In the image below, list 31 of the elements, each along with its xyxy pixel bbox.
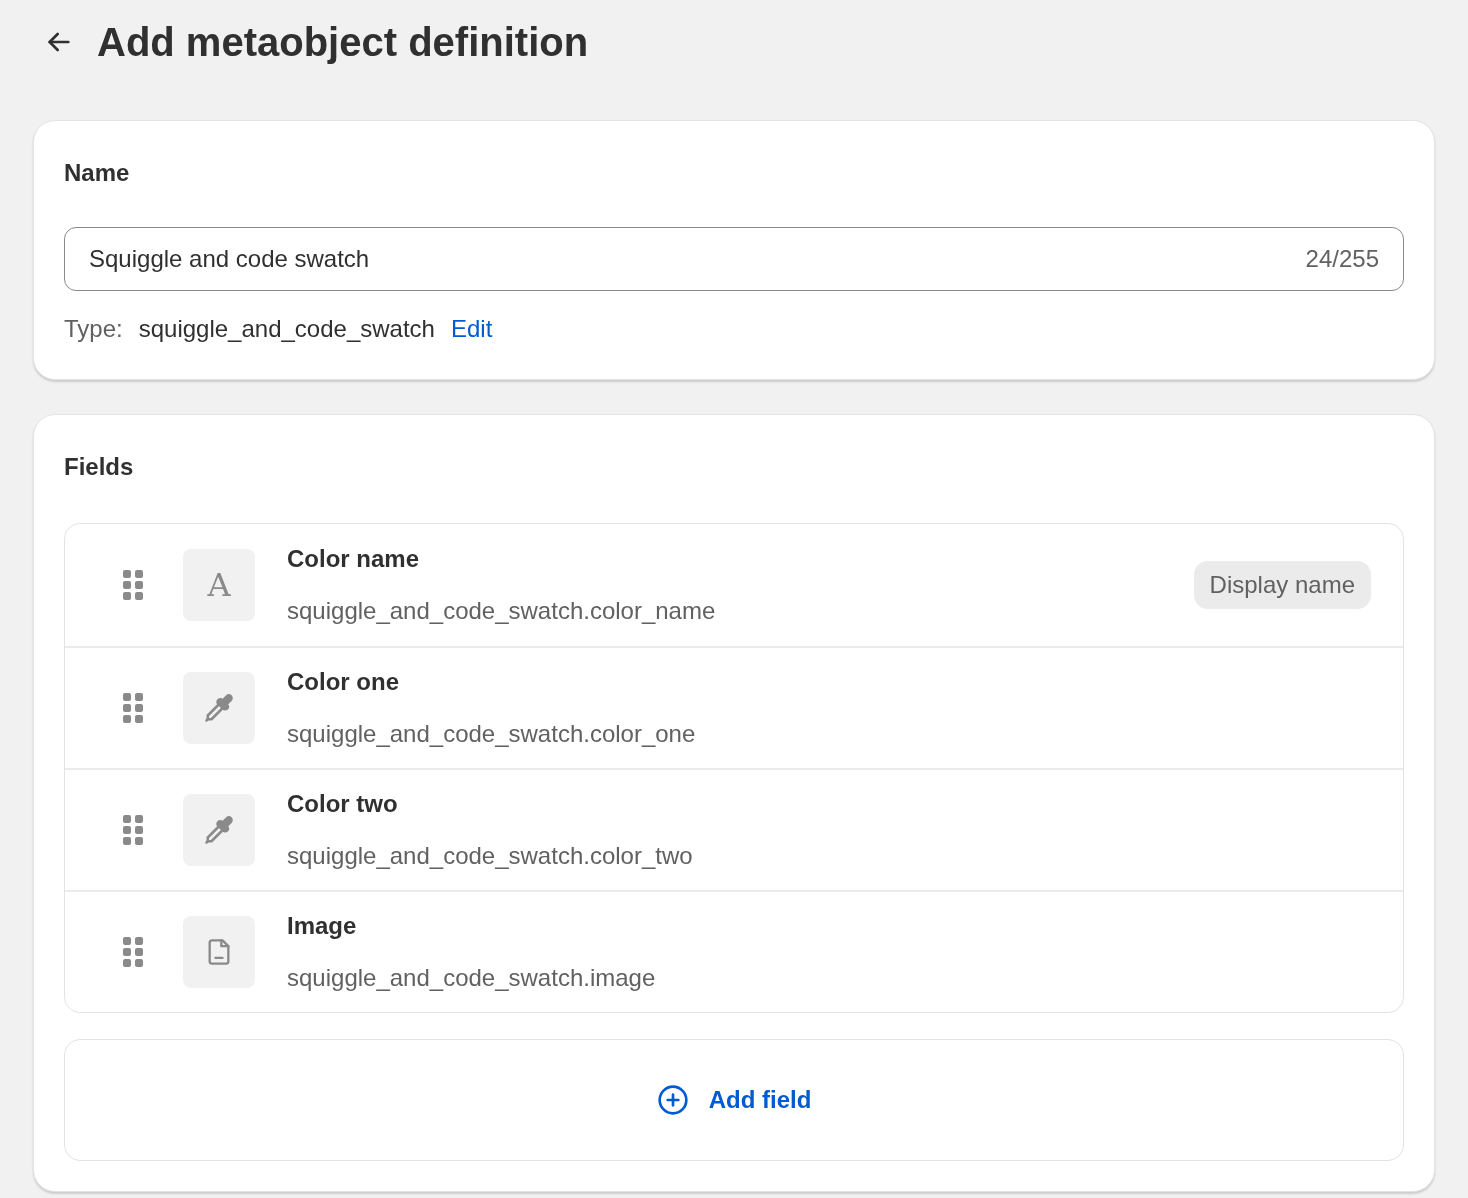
- drag-handle-icon[interactable]: [123, 693, 143, 723]
- field-row[interactable]: Color two squiggle_and_code_swatch.color_two: [65, 768, 1403, 890]
- field-key: squiggle_and_code_swatch.color_two: [287, 838, 1371, 874]
- field-key: squiggle_and_code_swatch.color_one: [287, 716, 1371, 752]
- field-row[interactable]: Color one squiggle_and_code_swatch.color_one: [65, 646, 1403, 768]
- plus-circle-icon: [656, 1084, 689, 1116]
- field-name: Color one: [287, 667, 400, 697]
- name-input[interactable]: Squiggle and code swatch 24/255: [64, 227, 1404, 291]
- drag-handle-icon[interactable]: [123, 570, 143, 600]
- letter-icon: A: [207, 569, 231, 601]
- input-value: Squiggle and code swatch: [89, 244, 370, 274]
- field-row[interactable]: Image squiggle_and_code_swatch.image: [65, 890, 1403, 1012]
- field-name: Image: [287, 911, 358, 941]
- edit-link[interactable]: Edit: [450, 311, 493, 347]
- field-row[interactable]: A Color name squiggle_and_code_swatch.color_name Display name: [65, 524, 1403, 646]
- drag-handle-icon[interactable]: [123, 815, 143, 845]
- field-key: squiggle_and_code_swatch.color_name: [287, 593, 1194, 629]
- page-title: Add metaobject definition: [97, 19, 589, 66]
- add-field-button[interactable]: Add field: [656, 1082, 812, 1118]
- character-count: 24/255: [1305, 244, 1379, 274]
- section-label: Fields: [64, 452, 135, 482]
- eyedropper-icon: [204, 693, 234, 723]
- display-name-badge: Display name: [1193, 561, 1371, 609]
- drag-handle-icon[interactable]: [123, 937, 143, 967]
- type-value: squiggle_and_code_swatch: [138, 314, 435, 344]
- field-name: Color two: [287, 789, 399, 819]
- field-name: Color name: [287, 544, 421, 574]
- eyedropper-icon: [204, 815, 234, 845]
- section-label: Name: [64, 158, 131, 188]
- field-key: squiggle_and_code_swatch.image: [287, 960, 1371, 996]
- type-label: Type:: [64, 314, 123, 344]
